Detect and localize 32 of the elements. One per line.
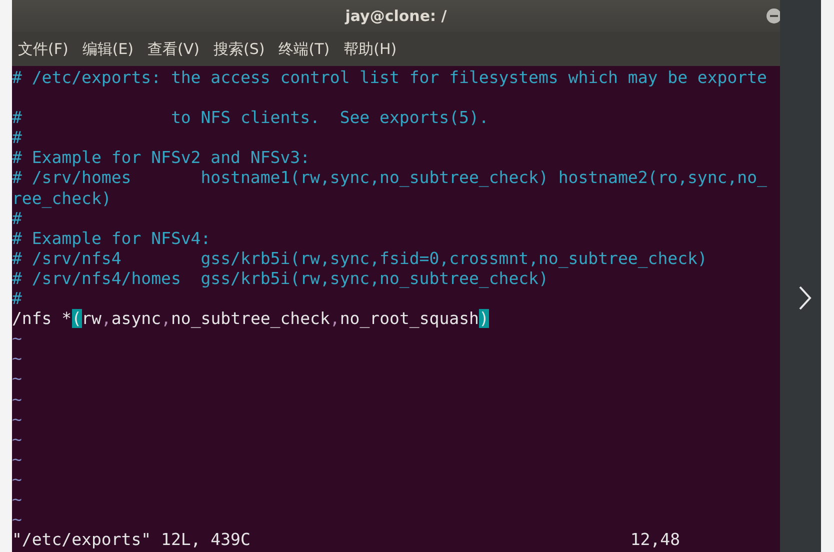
empty-line-marker: ~ [12,390,22,408]
chevron-right-icon[interactable] [798,285,812,311]
empty-line-marker: ~ [12,329,22,348]
menu-item[interactable]: 文件(F) [18,40,68,58]
empty-line-marker: ~ [12,450,22,469]
code-line: # [12,289,23,310]
code-line: # Example for NFSv4: [12,228,212,249]
code-line: # Example for NFSv2 and NFSv3: [12,148,312,168]
code-line: # to NFS clients. See exports(5). [12,108,490,128]
empty-line-marker: ~ [12,490,22,509]
menu-item[interactable]: 搜索(S) [214,40,265,58]
empty-line-marker: ~ [12,430,22,449]
empty-line-marker: ~ [12,410,22,429]
empty-line-marker: ~ [12,349,22,368]
code-line: # /srv/nfs4/homes gss/krb5i(rw,sync,no_subtree_check) [12,268,550,290]
menu-item[interactable]: 终端(T) [278,40,330,58]
menu-item[interactable]: 帮助(H) [344,40,397,58]
code-line: /nfs *(rw,async,no_subtree_check,no_root_squash) [12,309,490,330]
cursor-position: 12,48 [630,530,680,550]
empty-line-marker: ~ [12,470,22,489]
code-line: ree_check) [12,188,112,209]
code-line: # /srv/nfs4 gss/krb5i(rw,sync,fsid=0,crossmnt,no_subtree_check) [12,248,708,269]
code-line: # /etc/exports: the access control list for filesystems which may be exporte [12,68,768,88]
code-line: # [12,128,23,148]
file-info: "/etc/exports" 12L, 439C [12,530,250,550]
empty-line-marker: ~ [12,510,22,530]
menu-item[interactable]: 编辑(E) [82,40,134,58]
code-line: # [12,208,23,229]
empty-line-marker: ~ [12,369,22,388]
menu-item[interactable]: 查看(V) [148,40,200,58]
code-line: # /srv/homes hostname1(rw,sync,no_subtree_check) hostname2(ro,sync,no_ [12,168,768,189]
window-title: jay@clone: / [345,7,447,25]
